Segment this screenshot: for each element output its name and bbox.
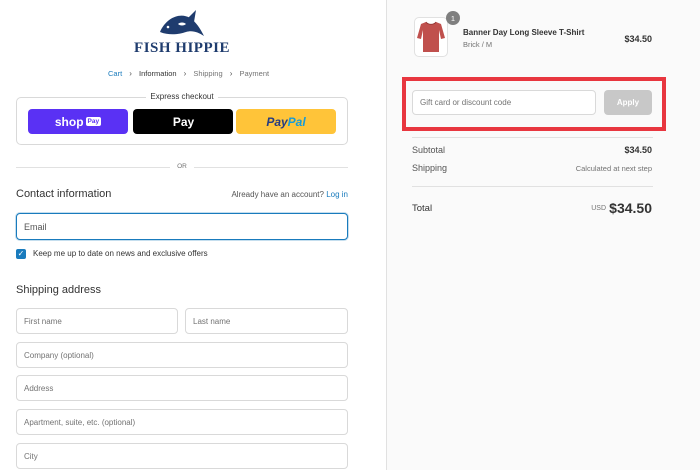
total-value: $34.50 bbox=[609, 200, 652, 216]
last-name-field[interactable]: Last name bbox=[185, 308, 348, 334]
subtotal-value: $34.50 bbox=[624, 145, 652, 155]
keep-updated-row[interactable]: ✓ Keep me up to date on news and exclusi… bbox=[16, 248, 208, 259]
chevron-right-icon: › bbox=[229, 68, 233, 78]
chevron-right-icon: › bbox=[129, 68, 132, 78]
breadcrumb-shipping: Shipping bbox=[193, 68, 223, 78]
apple-pay-button[interactable]: Pay bbox=[133, 109, 233, 134]
apple-pay-label: Pay bbox=[172, 114, 195, 129]
product-price: $34.50 bbox=[624, 34, 652, 44]
address-field[interactable]: Address bbox=[16, 375, 348, 401]
shirt-icon bbox=[417, 21, 445, 52]
brand-logo[interactable]: FISH HIPPIE bbox=[130, 10, 234, 56]
company-field[interactable]: Company (optional) bbox=[16, 342, 348, 368]
shop-pay-badge: Pay bbox=[85, 117, 102, 126]
shipping-value: Calculated at next step bbox=[575, 164, 652, 173]
total-currency: USD bbox=[591, 205, 606, 212]
city-field[interactable]: City bbox=[16, 443, 348, 469]
shop-pay-button[interactable]: shop Pay bbox=[28, 109, 128, 134]
order-summary-column: 1 Banner Day Long Sleeve T-Shirt Brick /… bbox=[386, 0, 700, 470]
apply-button[interactable]: Apply bbox=[604, 90, 652, 115]
breadcrumb-cart[interactable]: Cart bbox=[108, 69, 122, 78]
chevron-right-icon: › bbox=[183, 68, 187, 78]
shipping-address-title: Shipping address bbox=[16, 284, 102, 296]
or-text: OR bbox=[177, 163, 187, 170]
apartment-field[interactable]: Apartment, suite, etc. (optional) bbox=[16, 409, 348, 435]
contact-information-title: Contact information bbox=[16, 188, 112, 200]
checkout-form-column: FISH HIPPIE Cart › Information › Shippin… bbox=[0, 0, 386, 470]
keep-updated-checkbox[interactable]: ✓ bbox=[16, 248, 26, 259]
product-thumbnail bbox=[414, 17, 448, 57]
shop-pay-label: shop bbox=[54, 114, 84, 129]
paypal-label-pal: Pal bbox=[287, 114, 306, 129]
subtotal-label: Subtotal bbox=[412, 145, 446, 155]
product-name: Banner Day Long Sleeve T-Shirt bbox=[463, 28, 585, 37]
breadcrumb-payment: Payment bbox=[239, 68, 270, 78]
breadcrumb: Cart › Information › Shipping › Payment bbox=[108, 68, 269, 78]
summary-divider bbox=[412, 186, 653, 187]
product-variant: Brick / M bbox=[463, 40, 493, 49]
express-checkout-title: Express checkout bbox=[17, 92, 347, 101]
have-account-label: Already have an account? bbox=[231, 190, 324, 199]
have-account-text: Already have an account? Log in bbox=[231, 190, 348, 199]
or-divider: OR bbox=[16, 163, 348, 171]
email-field[interactable]: Email bbox=[16, 213, 348, 240]
summary-divider bbox=[412, 137, 653, 138]
login-link[interactable]: Log in bbox=[326, 190, 348, 199]
total-label: Total bbox=[412, 203, 433, 214]
checkmark-icon: ✓ bbox=[17, 249, 25, 258]
shipping-label: Shipping bbox=[412, 163, 448, 173]
breadcrumb-information: Information bbox=[139, 68, 177, 78]
first-name-field[interactable]: First name bbox=[16, 308, 178, 334]
discount-code-input[interactable]: Gift card or discount code bbox=[412, 90, 596, 115]
keep-updated-label[interactable]: Keep me up to date on news and exclusive… bbox=[33, 249, 208, 258]
express-checkout-box: Express checkout shop Pay Pay Pay Pal bbox=[16, 92, 348, 145]
quantity-badge: 1 bbox=[446, 11, 460, 25]
paypal-button[interactable]: Pay Pal bbox=[236, 109, 336, 134]
fish-logo-icon bbox=[160, 10, 204, 36]
brand-name: FISH HIPPIE bbox=[134, 40, 230, 56]
paypal-label-pay: Pay bbox=[266, 114, 288, 129]
